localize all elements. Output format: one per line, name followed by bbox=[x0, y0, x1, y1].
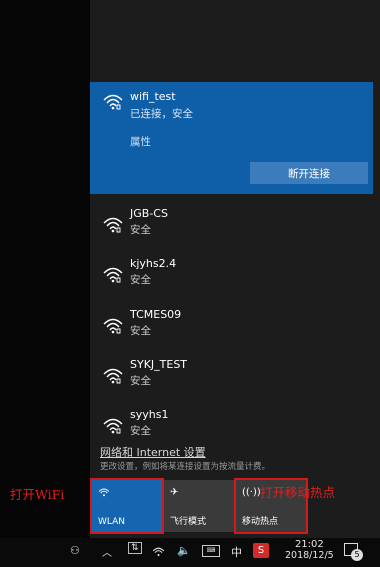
network-status: 安全 bbox=[130, 425, 151, 437]
network-ssid: syyhs1 bbox=[130, 408, 169, 421]
network-list-item[interactable]: kjyhs2.4 安全 bbox=[90, 255, 373, 301]
connected-ssid: wifi_test bbox=[130, 90, 176, 103]
wifi-secured-icon bbox=[103, 418, 123, 434]
network-status: 安全 bbox=[130, 325, 151, 337]
wifi-secured-icon bbox=[103, 318, 123, 334]
wifi-secured-icon bbox=[103, 217, 123, 233]
annotation-box-wlan bbox=[90, 478, 164, 534]
connected-status: 已连接，安全 bbox=[130, 108, 193, 120]
network-list-item[interactable]: TCMES09 安全 bbox=[90, 306, 373, 352]
action-center-icon[interactable]: 5 bbox=[344, 543, 363, 561]
sogou-input-icon[interactable]: S bbox=[253, 543, 269, 558]
chevron-up-icon[interactable]: ︿ bbox=[102, 544, 112, 559]
ime-indicator[interactable]: 中 bbox=[231, 544, 242, 560]
airplane-tile-label: 飞行模式 bbox=[170, 517, 207, 527]
network-list-item[interactable]: SYKJ_TEST 安全 bbox=[90, 356, 373, 402]
wifi-secured-icon bbox=[103, 368, 123, 384]
annotation-open-wifi: 打开WiFi bbox=[10, 487, 65, 502]
volume-icon[interactable]: 🔈 bbox=[177, 544, 191, 557]
disconnect-button[interactable]: 断开连接 bbox=[250, 162, 368, 184]
network-status: 安全 bbox=[130, 375, 151, 387]
airplane-icon: ✈ bbox=[170, 487, 179, 498]
airplane-mode-tile[interactable]: ✈ 飞行模式 bbox=[164, 480, 234, 532]
notification-count-badge: 5 bbox=[351, 549, 363, 561]
network-ssid: JGB-CS bbox=[130, 207, 168, 220]
taskbar: ⚇ ︿ ⇅ 🔈 ⌨ 中 S 21:02 2018/12/5 5 bbox=[0, 538, 380, 567]
network-internet-settings-link[interactable]: 网络和 Internet 设置 bbox=[100, 444, 206, 460]
settings-description: 更改设置，例如将某连接设置为按流量计费。 bbox=[100, 462, 271, 472]
clock-date: 2018/12/5 bbox=[285, 550, 334, 561]
tray-app-icon[interactable]: ⇅ bbox=[128, 542, 142, 554]
network-list-item[interactable]: JGB-CS 安全 bbox=[90, 205, 373, 251]
network-status: 安全 bbox=[130, 224, 151, 236]
network-ssid: kjyhs2.4 bbox=[130, 257, 177, 270]
network-status: 安全 bbox=[130, 274, 151, 286]
network-tray-icon[interactable] bbox=[152, 546, 165, 557]
connected-network-item[interactable]: wifi_test 已连接，安全 属性 断开连接 bbox=[90, 82, 373, 194]
network-ssid: SYKJ_TEST bbox=[130, 358, 188, 371]
network-ssid: TCMES09 bbox=[130, 308, 182, 321]
wifi-secured-icon bbox=[103, 267, 123, 283]
people-icon[interactable]: ⚇ bbox=[70, 544, 80, 557]
properties-link[interactable]: 属性 bbox=[130, 134, 151, 149]
clock[interactable]: 21:02 2018/12/5 bbox=[285, 539, 334, 561]
annotation-open-hotspot: 打开移动热点 bbox=[260, 485, 336, 500]
wifi-icon bbox=[103, 94, 123, 110]
clock-time: 21:02 bbox=[294, 539, 324, 550]
keyboard-icon[interactable]: ⌨ bbox=[202, 545, 220, 557]
